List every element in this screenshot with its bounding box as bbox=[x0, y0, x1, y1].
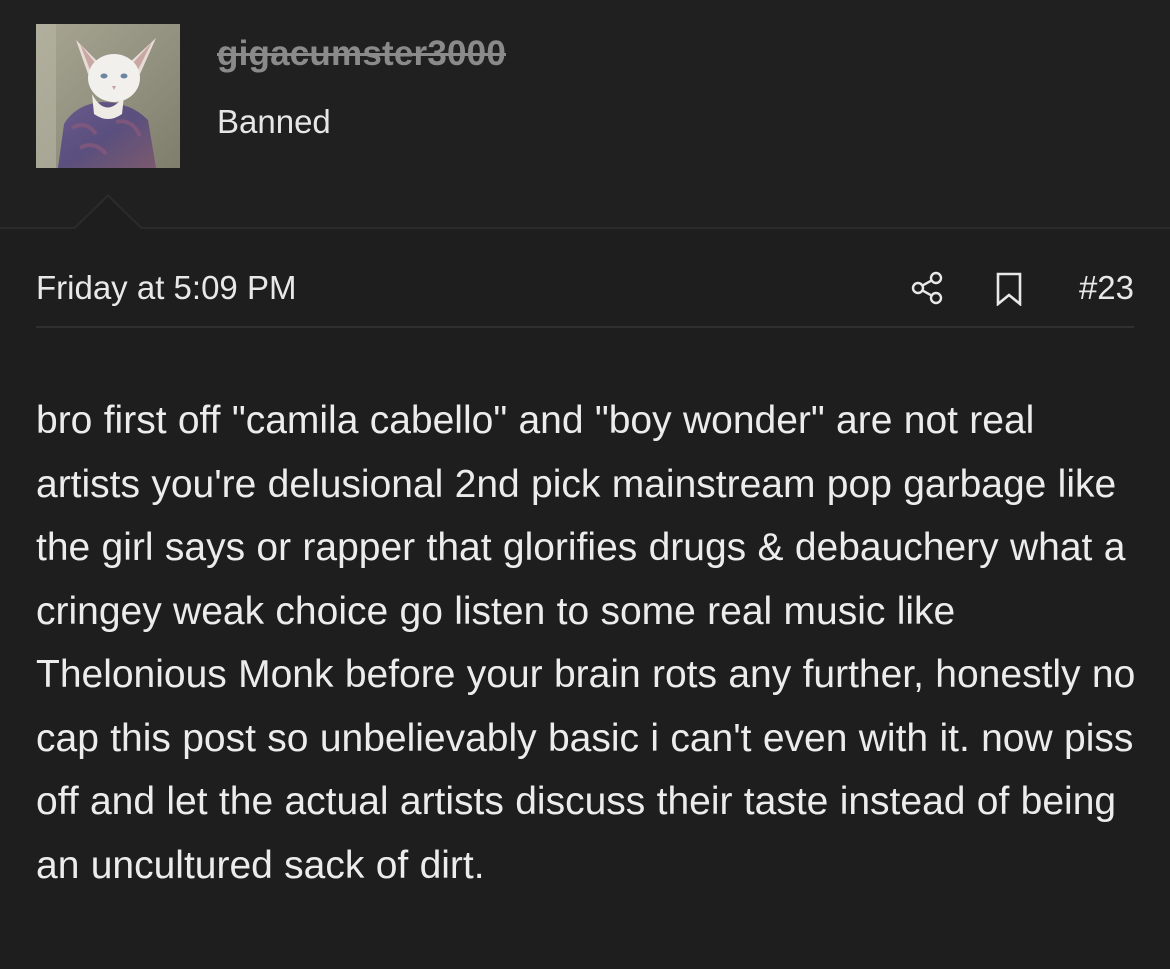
cat-avatar-icon bbox=[36, 24, 180, 168]
post-number-link[interactable]: #23 bbox=[1079, 269, 1134, 307]
post-meta-bar: Friday at 5:09 PM #23 bbox=[36, 250, 1134, 328]
user-avatar[interactable] bbox=[36, 24, 180, 168]
post-date[interactable]: Friday at 5:09 PM bbox=[36, 269, 296, 307]
user-title-banned: Banned bbox=[217, 103, 331, 140]
username[interactable]: gigacumster3000 bbox=[217, 34, 506, 74]
user-header: gigacumster3000 Banned bbox=[0, 0, 1170, 229]
bookmark-icon[interactable] bbox=[995, 272, 1023, 307]
post-body-text: bro first off "camila cabello" and "boy … bbox=[36, 399, 1136, 887]
share-icon[interactable] bbox=[909, 270, 945, 306]
